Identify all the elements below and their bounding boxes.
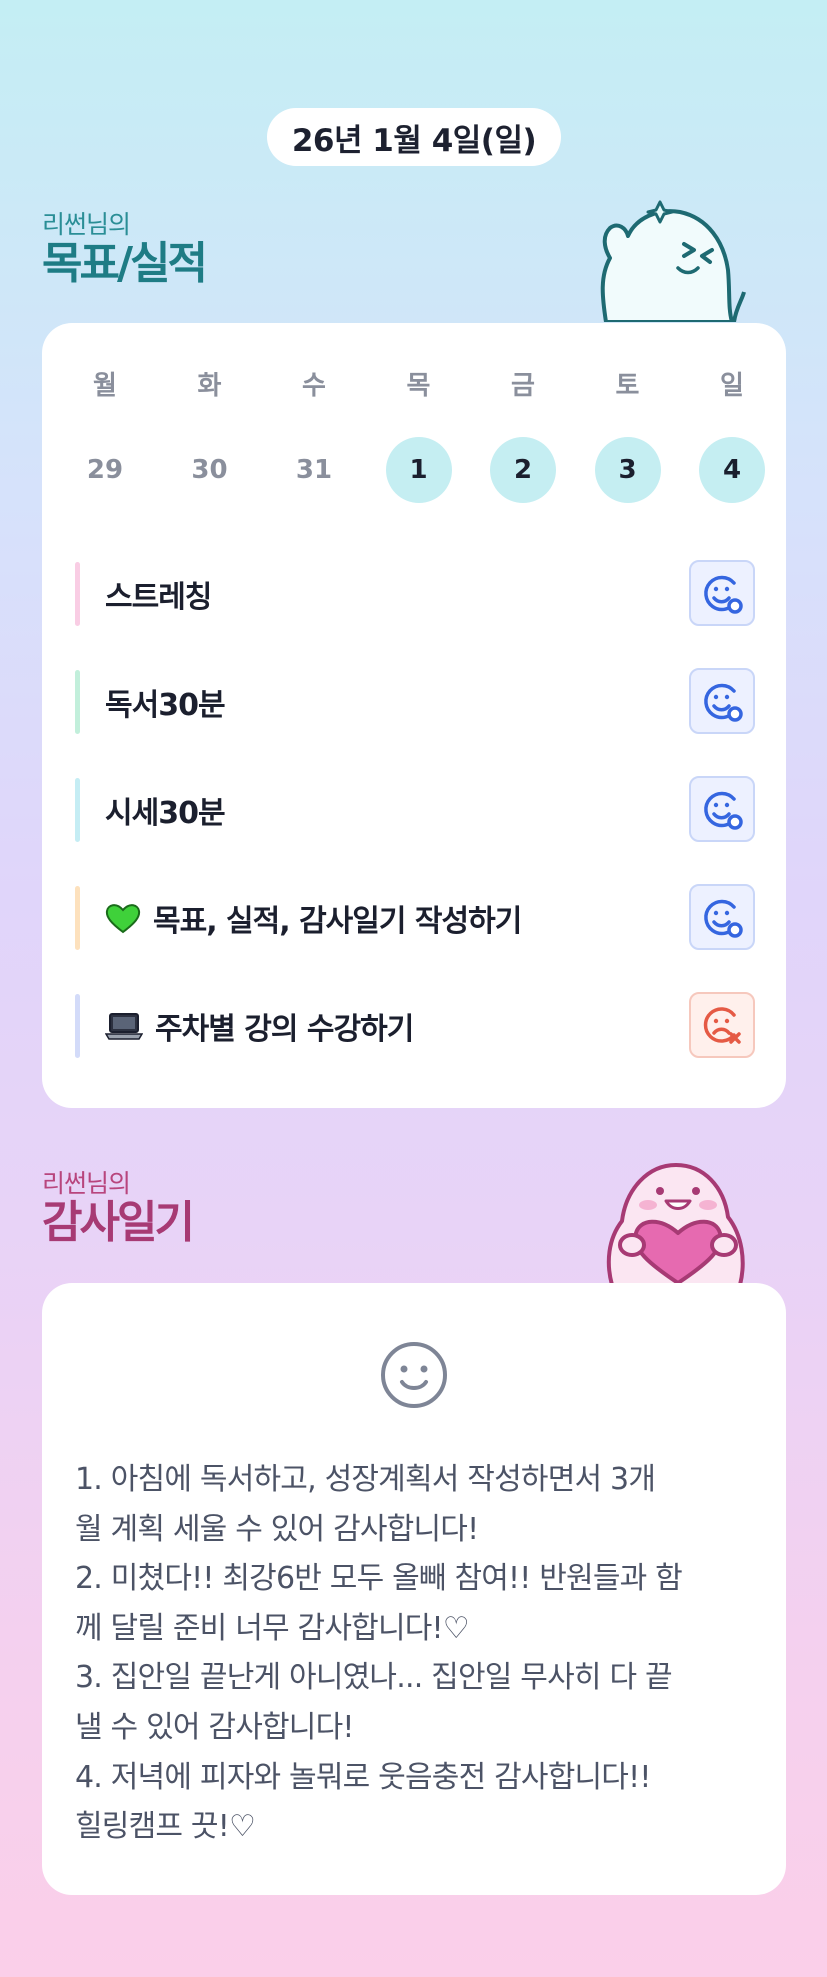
smile-check-icon — [704, 791, 743, 830]
task-label: 주차별 강의 수강하기 — [105, 1004, 414, 1048]
task-item[interactable]: 스트레칭 — [75, 540, 755, 648]
smile-check-icon — [704, 683, 743, 722]
goals-card: 월 화 수 목 금 토 일 29 30 31 1 2 3 4 스트레칭독서30분시세30분목표, 실적,… — [42, 323, 786, 1108]
task-label: 독서30분 — [105, 680, 226, 724]
calendar-date[interactable]: 31 — [281, 437, 347, 503]
calendar-date[interactable]: 29 — [72, 437, 138, 503]
sad-x-icon — [703, 1007, 741, 1044]
gratitude-text: 1. 아침에 독서하고, 성장계획서 작성하면서 3개월 계획 세울 수 있어 … — [75, 1455, 755, 1852]
task-done-status-button[interactable] — [689, 884, 755, 950]
task-done-status-button[interactable] — [689, 560, 755, 626]
task-color-bar — [75, 886, 80, 950]
calendar-date[interactable]: 3 — [594, 437, 661, 503]
gratitude-line: 힐링캠프 끗!♡ — [75, 1809, 256, 1845]
task-color-bar — [75, 778, 80, 842]
task-label-text: 시세30분 — [105, 796, 226, 831]
smile-check-icon — [704, 899, 743, 938]
goals-section-header: 리썬님의 목표/실적 — [42, 210, 208, 289]
task-item[interactable]: 주차별 강의 수강하기 — [75, 972, 755, 1080]
gratitude-line: 3. 집안일 끝난게 아니였나... 집안일 무사히 다 끝 — [75, 1660, 673, 1696]
calendar-date[interactable]: 30 — [177, 437, 243, 503]
calendar-date[interactable]: 4 — [699, 437, 765, 503]
task-list: 스트레칭독서30분시세30분목표, 실적, 감사일기 작성하기주차별 강의 수강… — [75, 540, 755, 1080]
weekday-label: 월 — [93, 371, 117, 401]
task-label: 목표, 실적, 감사일기 작성하기 — [105, 896, 522, 940]
task-color-bar — [75, 670, 80, 734]
week-calendar: 월 화 수 목 금 토 일 29 30 31 1 2 3 4 — [72, 369, 765, 503]
task-label-text: 독서30분 — [105, 688, 226, 723]
task-label: 스트레칭 — [105, 572, 212, 616]
date-pill[interactable]: 26년 1월 4일(일) — [267, 108, 561, 166]
gratitude-card: 1. 아침에 독서하고, 성장계획서 작성하면서 3개월 계획 세울 수 있어 … — [42, 1283, 786, 1895]
weekday-label: 일 — [720, 371, 744, 401]
weekday-label: 목 — [406, 371, 431, 401]
gratitude-line: 월 계획 세울 수 있어 감사합니다! — [75, 1511, 479, 1547]
gratitude-section-header: 리썬님의 감사일기 — [42, 1169, 195, 1248]
gratitude-line: 4. 저녁에 피자와 놀뭐로 웃음충전 감사합니다!! — [75, 1759, 651, 1795]
task-item[interactable]: 목표, 실적, 감사일기 작성하기 — [75, 864, 755, 972]
gratitude-line: 2. 미쳤다!! 최강6반 모두 올빼 참여!! 반원들과 함 — [75, 1561, 683, 1597]
task-color-bar — [75, 994, 80, 1058]
gratitude-line: 께 달릴 준비 너무 감사합니다!♡ — [75, 1610, 470, 1646]
laptop-icon — [105, 1011, 143, 1041]
task-label-text: 스트레칭 — [105, 580, 212, 615]
task-done-status-button[interactable] — [689, 668, 755, 734]
smile-face-icon — [381, 1342, 447, 1408]
task-item[interactable]: 시세30분 — [75, 756, 755, 864]
task-label: 시세30분 — [105, 788, 226, 832]
gratitude-title: 감사일기 — [42, 1197, 195, 1248]
task-label-text: 주차별 강의 수강하기 — [155, 1012, 414, 1047]
task-done-status-button[interactable] — [689, 776, 755, 842]
gratitude-line: 1. 아침에 독서하고, 성장계획서 작성하면서 3개 — [75, 1462, 656, 1497]
calendar-date[interactable]: 2 — [490, 437, 556, 503]
waving-mascot-icon — [600, 200, 746, 322]
weekday-label: 수 — [302, 371, 326, 401]
weekday-label: 화 — [197, 371, 222, 401]
gratitude-owner-label: 리썬님의 — [42, 1169, 131, 1198]
weekday-label: 금 — [511, 371, 535, 401]
goals-owner-label: 리썬님의 — [42, 210, 131, 239]
smile-check-icon — [704, 575, 743, 614]
weekday-label: 토 — [615, 371, 640, 401]
gratitude-line: 낼 수 있어 감사합니다! — [75, 1709, 354, 1745]
calendar-date[interactable]: 1 — [385, 437, 452, 503]
heart-holding-mascot-icon — [606, 1163, 745, 1285]
green-heart-icon — [105, 902, 141, 934]
goals-title: 목표/실적 — [42, 238, 208, 289]
task-fail-status-button[interactable] — [689, 992, 755, 1058]
task-item[interactable]: 독서30분 — [75, 648, 755, 756]
task-color-bar — [75, 562, 80, 626]
task-label-text: 목표, 실적, 감사일기 작성하기 — [153, 904, 522, 939]
